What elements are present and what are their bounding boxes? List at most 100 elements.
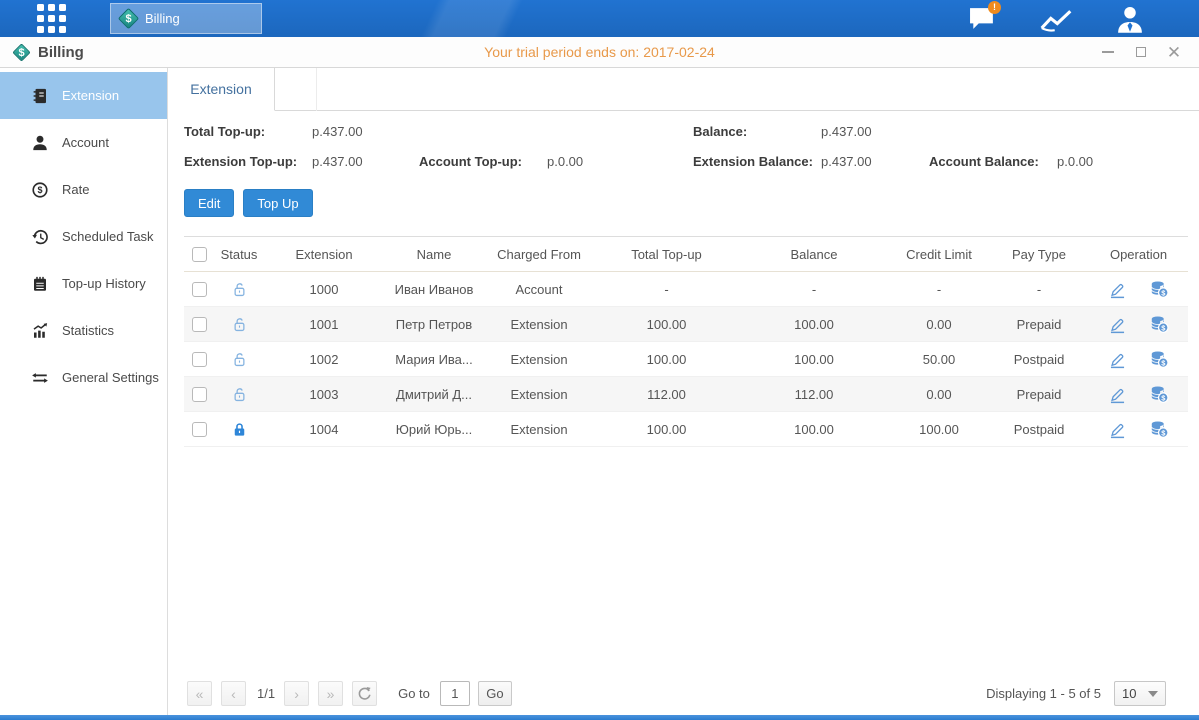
billing-window-icon: $ (12, 43, 30, 61)
cell-total-topup: 100.00 (594, 317, 739, 332)
row-checkbox[interactable] (192, 387, 207, 402)
lock-open-icon[interactable] (230, 385, 249, 404)
lock-closed-icon[interactable] (230, 420, 249, 439)
prev-page-button[interactable]: ‹ (221, 681, 246, 706)
cell-extension: 1002 (264, 352, 384, 367)
cell-extension: 1000 (264, 282, 384, 297)
goto-page-input[interactable] (440, 681, 470, 706)
cell-charged-from: Extension (484, 317, 594, 332)
cell-credit-limit: - (889, 282, 989, 297)
next-page-button[interactable]: › (284, 681, 309, 706)
lock-open-icon[interactable] (230, 350, 249, 369)
maximize-icon[interactable] (1134, 45, 1148, 59)
row-checkbox[interactable] (192, 317, 207, 332)
cell-charged-from: Extension (484, 352, 594, 367)
window-header: $ Billing Your trial period ends on: 201… (0, 37, 1199, 68)
tab-extension[interactable]: Extension (168, 68, 275, 111)
column-header: Charged From (484, 247, 594, 262)
window-bottom-border (0, 715, 1199, 720)
lock-open-icon[interactable] (230, 280, 249, 299)
top-up-extension-icon[interactable]: $ (1149, 384, 1170, 405)
tab-bar: Extension (168, 68, 1199, 111)
page-indicator: 1/1 (257, 686, 275, 701)
cell-name: Юрий Юрь... (384, 422, 484, 437)
edit-extension-icon[interactable] (1107, 349, 1128, 370)
page-size-dropdown[interactable]: 10 (1114, 681, 1166, 706)
notification-badge: ! (988, 1, 1001, 14)
cell-credit-limit: 0.00 (889, 317, 989, 332)
summary-balance: Balance:p.437.00 (693, 124, 929, 139)
go-button[interactable]: Go (478, 681, 512, 706)
sidebar-item-extension[interactable]: Extension (0, 72, 167, 119)
cell-pay-type: Postpaid (989, 422, 1089, 437)
select-all-checkbox[interactable] (192, 247, 207, 262)
summary-account-topup: Account Top-up:p.0.00 (419, 154, 693, 169)
top-up-extension-icon[interactable]: $ (1149, 349, 1170, 370)
cell-total-topup: 112.00 (594, 387, 739, 402)
column-header: Credit Limit (889, 247, 989, 262)
table-row: 1000 Иван Иванов Account - - - - (184, 272, 1188, 307)
top-up-extension-icon[interactable]: $ (1149, 419, 1170, 440)
top-up-extension-icon[interactable]: $ (1149, 314, 1170, 335)
lock-open-icon[interactable] (230, 315, 249, 334)
cell-name: Мария Ива... (384, 352, 484, 367)
last-page-button[interactable]: » (318, 681, 343, 706)
apps-grid-icon[interactable] (37, 4, 66, 33)
goto-label: Go to (398, 686, 430, 701)
row-checkbox[interactable] (192, 422, 207, 437)
summary-extension-topup: Extension Top-up:p.437.00 (184, 154, 419, 169)
column-header: Operation (1089, 247, 1188, 262)
extension-icon (31, 87, 49, 105)
column-header: Pay Type (989, 247, 1089, 262)
cell-credit-limit: 0.00 (889, 387, 989, 402)
sidebar-item-statistics[interactable]: Statistics (0, 307, 167, 354)
top-up-extension-icon[interactable]: $ (1149, 279, 1170, 300)
edit-extension-icon[interactable] (1107, 419, 1128, 440)
sidebar-item-topup-history[interactable]: Top-up History (0, 260, 167, 307)
first-page-button[interactable]: « (187, 681, 212, 706)
refresh-icon (357, 686, 372, 701)
cell-balance: 112.00 (739, 387, 889, 402)
trial-notice: Your trial period ends on: 2017-02-24 (0, 44, 1199, 60)
taskbar-tab-billing[interactable]: $ Billing (110, 3, 262, 34)
edit-button[interactable]: Edit (184, 189, 234, 217)
close-icon[interactable]: ✕ (1167, 45, 1181, 59)
statistics-icon (31, 322, 49, 340)
row-checkbox[interactable] (192, 282, 207, 297)
scheduled-task-icon (31, 228, 49, 246)
row-checkbox[interactable] (192, 352, 207, 367)
sidebar-item-account[interactable]: Account (0, 119, 167, 166)
cell-balance: 100.00 (739, 352, 889, 367)
messages-icon[interactable]: ! (965, 6, 999, 32)
minimize-icon[interactable] (1101, 45, 1115, 59)
edit-extension-icon[interactable] (1107, 314, 1128, 335)
table-row: 1002 Мария Ива... Extension 100.00 100.0… (184, 342, 1188, 377)
chevron-down-icon (1148, 691, 1158, 697)
cell-extension: 1004 (264, 422, 384, 437)
cell-extension: 1003 (264, 387, 384, 402)
cell-pay-type: - (989, 282, 1089, 297)
cell-name: Иван Иванов (384, 282, 484, 297)
cell-name: Петр Петров (384, 317, 484, 332)
edit-extension-icon[interactable] (1107, 384, 1128, 405)
edit-extension-icon[interactable] (1107, 279, 1128, 300)
window-title: $ Billing (0, 44, 84, 61)
sidebar-item-scheduled-task[interactable]: Scheduled Task (0, 213, 167, 260)
statistics-chart-icon[interactable] (1039, 6, 1073, 32)
sidebar: Extension Account $ Rate Scheduled Task (0, 68, 168, 715)
tab-label: Extension (190, 81, 251, 97)
sidebar-item-rate[interactable]: $ Rate (0, 166, 167, 213)
column-header: Status (214, 247, 264, 262)
page-size-value: 10 (1122, 686, 1136, 701)
sidebar-item-label: Rate (62, 182, 89, 197)
topbar: $ Billing ! (0, 0, 1199, 37)
cell-pay-type: Prepaid (989, 317, 1089, 332)
user-icon[interactable] (1113, 6, 1147, 32)
sidebar-item-label: Extension (62, 88, 119, 103)
refresh-button[interactable] (352, 681, 377, 706)
top-up-button[interactable]: Top Up (243, 189, 312, 217)
cell-total-topup: 100.00 (594, 422, 739, 437)
summary-account-balance: Account Balance:p.0.00 (929, 154, 1199, 169)
summary-total-topup: Total Top-up:p.437.00 (184, 124, 419, 139)
sidebar-item-general-settings[interactable]: General Settings (0, 354, 167, 401)
